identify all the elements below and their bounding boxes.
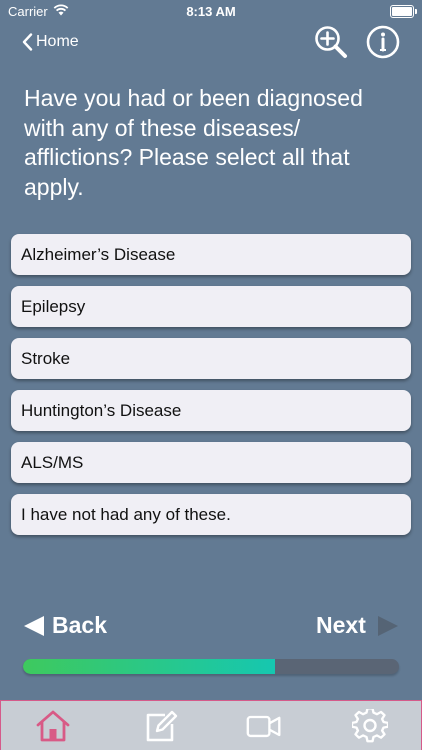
triangle-left-icon xyxy=(24,615,44,636)
next-label: Next xyxy=(316,612,366,638)
option-als-ms[interactable]: ALS/MS xyxy=(11,442,411,483)
info-icon[interactable] xyxy=(365,24,401,60)
home-back-label: Home xyxy=(36,33,79,50)
options-list: Alzheimer’s Disease Epilepsy Stroke Hunt… xyxy=(11,234,411,546)
option-none[interactable]: I have not had any of these. xyxy=(11,494,411,535)
option-alzheimers[interactable]: Alzheimer’s Disease xyxy=(11,234,411,275)
option-stroke[interactable]: Stroke xyxy=(11,338,411,379)
next-button[interactable]: Next xyxy=(316,612,400,639)
edit-icon[interactable] xyxy=(143,709,179,743)
option-huntingtons[interactable]: Huntington’s Disease xyxy=(11,390,411,431)
triangle-right-icon xyxy=(377,615,398,636)
back-button[interactable]: Back xyxy=(22,612,107,639)
status-time: 8:13 AM xyxy=(186,4,236,19)
back-label: Back xyxy=(52,612,107,638)
home-back-button[interactable]: Home xyxy=(22,33,79,51)
home-icon[interactable] xyxy=(35,709,71,743)
progress-fill xyxy=(23,659,275,674)
settings-icon[interactable] xyxy=(352,709,388,743)
question-text: Have you had or been diagnosed with any … xyxy=(24,85,363,200)
status-bar: Carrier 8:13 AM xyxy=(0,0,422,24)
video-icon[interactable] xyxy=(246,709,282,743)
option-epilepsy[interactable]: Epilepsy xyxy=(11,286,411,327)
battery-icon xyxy=(390,5,417,18)
chevron-left-icon xyxy=(22,33,33,51)
zoom-in-icon[interactable] xyxy=(313,24,349,60)
progress-bar xyxy=(23,659,399,674)
tab-bar xyxy=(0,700,422,750)
